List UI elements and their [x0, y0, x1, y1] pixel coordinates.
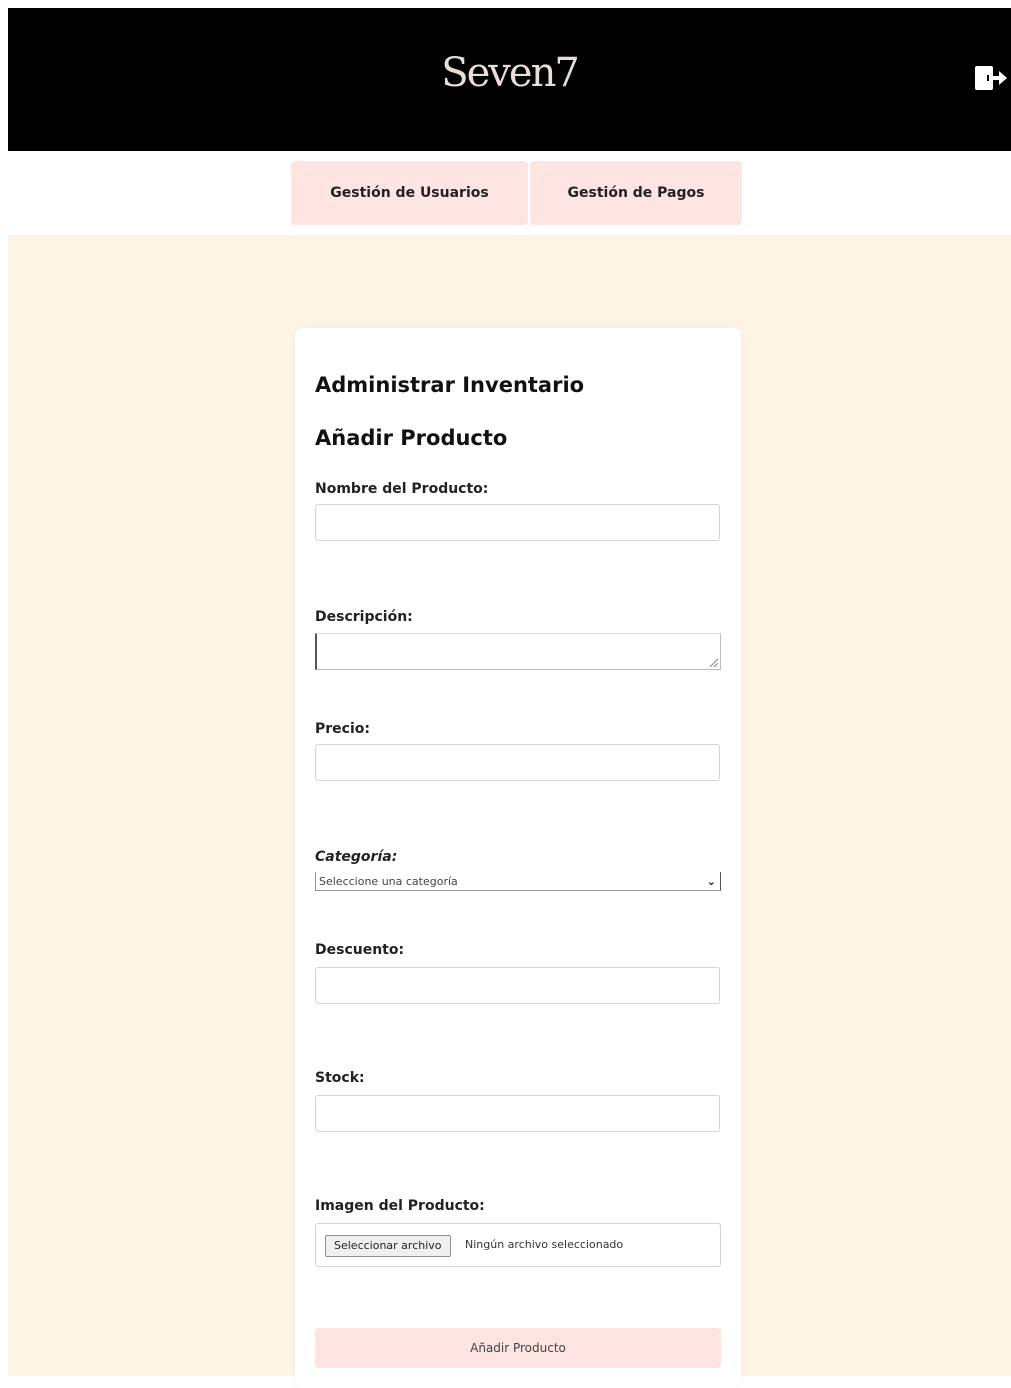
description-textarea[interactable] — [315, 633, 721, 670]
price-label: Precio: — [315, 721, 370, 737]
admin-nav: Gestión de Usuarios Gestión de Pagos — [291, 161, 742, 225]
resize-handle-icon[interactable] — [710, 659, 718, 667]
price-input[interactable] — [315, 744, 720, 781]
inventory-form-card: Administrar Inventario Añadir Producto N… — [295, 328, 741, 1388]
category-selected-value: Seleccione una categoría — [319, 875, 458, 888]
image-file-input: Seleccionar archivo Ningún archivo selec… — [315, 1223, 721, 1267]
chevron-down-icon: ⌄ — [706, 875, 716, 888]
form-subtitle: Añadir Producto — [315, 426, 508, 450]
description-label: Descripción: — [315, 609, 413, 625]
file-status-text: Ningún archivo seleccionado — [465, 1238, 624, 1251]
choose-file-button[interactable]: Seleccionar archivo — [325, 1235, 451, 1257]
page-title: Administrar Inventario — [315, 373, 585, 397]
product-name-label: Nombre del Producto: — [315, 481, 489, 497]
category-label: Categoría: — [315, 849, 398, 865]
top-header: Seven7 — [8, 8, 1011, 151]
image-label: Imagen del Producto: — [315, 1198, 485, 1214]
stock-input[interactable] — [315, 1095, 720, 1132]
discount-label: Descuento: — [315, 942, 405, 958]
product-name-input[interactable] — [315, 504, 720, 541]
category-select[interactable]: Seleccione una categoría ⌄ — [315, 872, 721, 891]
discount-input[interactable] — [315, 967, 720, 1004]
tab-gestion-usuarios[interactable]: Gestión de Usuarios — [291, 161, 528, 225]
logout-icon[interactable] — [973, 60, 1009, 96]
tab-gestion-pagos[interactable]: Gestión de Pagos — [530, 161, 742, 225]
brand-logo: Seven7 — [441, 50, 580, 96]
stock-label: Stock: — [315, 1070, 365, 1086]
add-product-button[interactable]: Añadir Producto — [315, 1328, 721, 1368]
